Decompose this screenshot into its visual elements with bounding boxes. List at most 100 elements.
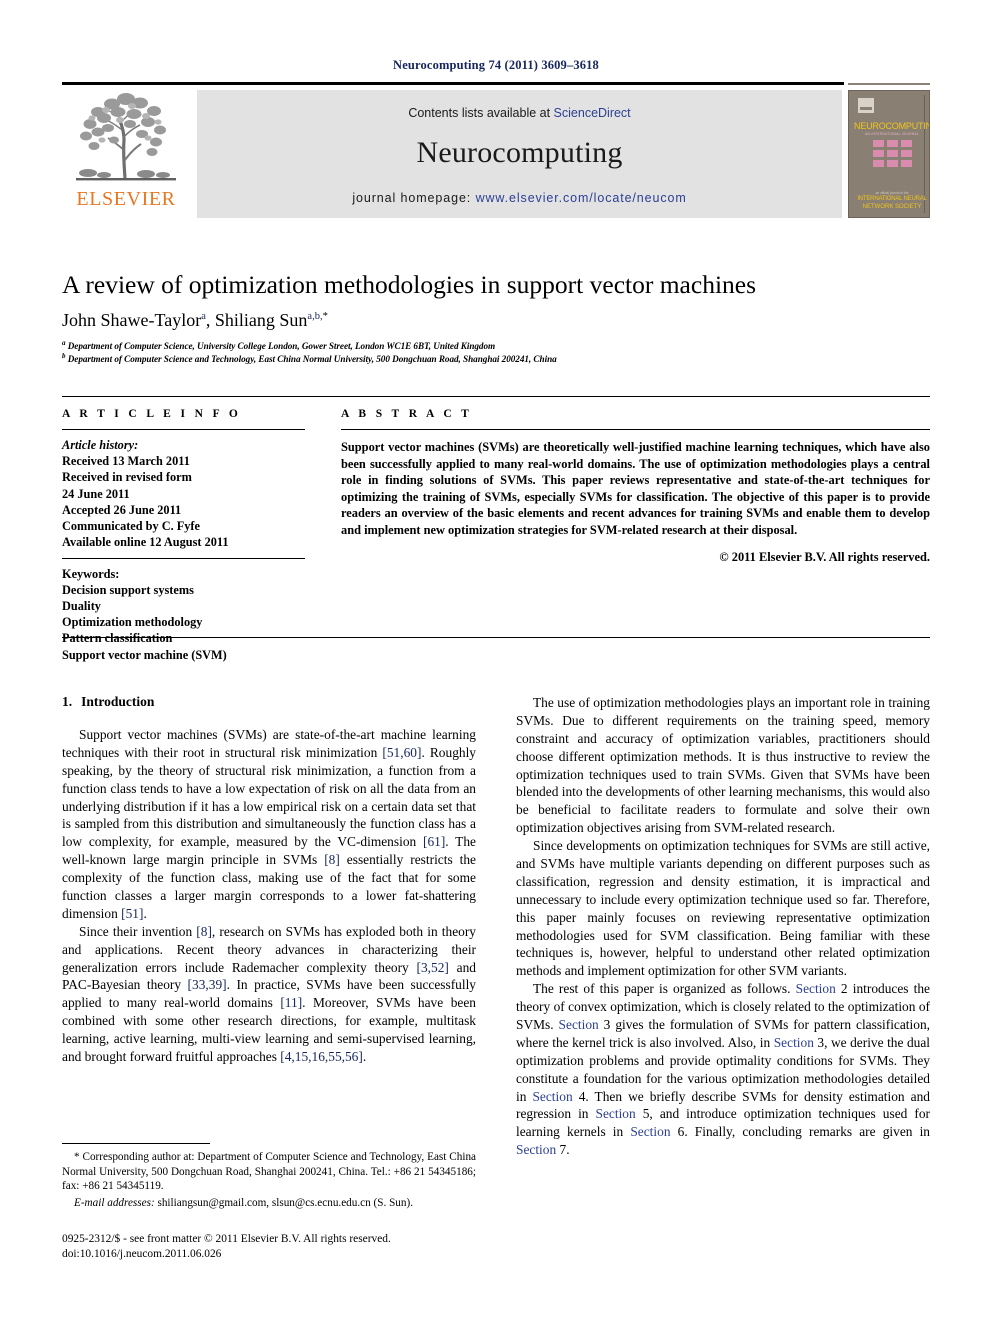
abstract-rule [341, 429, 930, 430]
author-name-2: Shiliang Sun [214, 310, 308, 330]
affiliation-b: b Department of Computer Science and Tec… [62, 351, 942, 364]
contents-banner: Contents lists available at ScienceDirec… [197, 90, 842, 218]
band-top-rule [62, 396, 930, 397]
section-title: Introduction [81, 694, 155, 709]
article-history-item: Received in revised form [62, 470, 192, 485]
body-column-left: 1. Introduction Support vector machines (… [62, 694, 476, 1066]
text-run: The rest of this paper is organized as f… [533, 981, 796, 997]
affiliation-a-marker: a [62, 338, 66, 347]
band-bottom-rule [62, 637, 930, 638]
paragraph: The rest of this paper is organized as f… [516, 980, 930, 1159]
keywords-rule [62, 557, 305, 559]
elsevier-logo: ELSEVIER [62, 90, 190, 218]
cover-elsevier-mark-icon [858, 98, 874, 113]
article-history-item: Communicated by C. Fyfe [62, 519, 200, 534]
article-history-item: Available online 12 August 2011 [62, 535, 229, 550]
paragraph: Since developments on optimization techn… [516, 838, 930, 979]
text-run: . [362, 1049, 367, 1065]
doi-line[interactable]: doi:10.1016/j.neucom.2011.06.026 [62, 1247, 492, 1262]
abstract-heading: A B S T R A C T [341, 408, 473, 420]
homepage-prefix: journal homepage: [352, 191, 476, 205]
corresponding-author-text: Corresponding author at: Department of C… [62, 1151, 476, 1193]
keyword-item: Pattern classification [62, 631, 173, 646]
footnote-block: * Corresponding author at: Department of… [62, 1150, 476, 1210]
citation-ref[interactable]: [61] [423, 834, 445, 849]
section-crossref[interactable]: Section [796, 981, 836, 996]
cover-footer-line1: INTERNATIONAL NEURAL [857, 196, 927, 202]
contents-prefix: Contents lists available at [408, 106, 554, 120]
article-info-heading: A R T I C L E I N F O [62, 408, 242, 420]
cover-inner-panel: NEUROCOMPUTING AN INTERNATIONAL JOURNAL … [854, 95, 929, 213]
journal-title: Neurocomputing [416, 136, 623, 169]
email-label: E-mail addresses: [74, 1196, 155, 1209]
affiliation-b-text: Department of Computer Science and Techn… [67, 354, 557, 364]
contents-available-line: Contents lists available at ScienceDirec… [197, 106, 842, 120]
running-head: Neurocomputing 74 (2011) 3609–3618 [393, 58, 599, 72]
cover-footer-small: an official journal of the [875, 191, 909, 195]
imprint-block: 0925-2312/$ - see front matter © 2011 El… [62, 1232, 492, 1263]
author-1-affiliation-marker: a [201, 311, 206, 322]
body-column-right: The use of optimization methodologies pl… [516, 694, 930, 1159]
citation-ref[interactable]: [51] [121, 906, 143, 921]
article-history-item: 24 June 2011 [62, 486, 130, 501]
affiliation-b-marker: b [62, 351, 66, 360]
author-2-affiliation-marker: a,b, [307, 311, 323, 322]
article-history-item: Accepted 26 June 2011 [62, 502, 182, 517]
article-info-column: A R T I C L E I N F O Article history: R… [62, 408, 305, 663]
section-crossref[interactable]: Section [630, 1124, 670, 1139]
journal-masthead: ELSEVIER Contents lists available at Sci… [62, 82, 930, 218]
elsevier-tree-icon [68, 90, 184, 190]
footnote-rule [62, 1143, 210, 1144]
citation-ref[interactable]: [4,15,16,55,56] [280, 1049, 363, 1064]
paragraph: Support vector machines (SVMs) are state… [62, 726, 476, 923]
sciencedirect-link[interactable]: ScienceDirect [554, 106, 631, 120]
cover-journal-subtitle: AN INTERNATIONAL JOURNAL [865, 132, 919, 136]
affiliation-a: a Department of Computer Science, Univer… [62, 338, 942, 351]
keyword-item: Support vector machine (SVM) [62, 647, 227, 662]
corresponding-author-note: * Corresponding author at: Department of… [62, 1150, 476, 1194]
section-crossref[interactable]: Section [516, 1142, 556, 1157]
section-crossref[interactable]: Section [532, 1089, 572, 1104]
email-addresses[interactable]: shiliangsun@gmail.com, slsun@cs.ecnu.edu… [155, 1197, 413, 1209]
paragraph: The use of optimization methodologies pl… [516, 695, 930, 836]
affiliation-a-text: Department of Computer Science, Universi… [67, 341, 496, 351]
paragraph: Since their invention [8], research on S… [62, 923, 476, 1066]
issn-line: 0925-2312/$ - see front matter © 2011 El… [62, 1233, 391, 1245]
text-run: Since their invention [79, 923, 197, 939]
section-crossref[interactable]: Section [596, 1106, 636, 1121]
keyword-item: Duality [62, 598, 101, 613]
email-note: E-mail addresses: shiliangsun@gmail.com,… [62, 1196, 476, 1211]
journal-article-page: Neurocomputing 74 (2011) 3609–3618 ELSEV… [0, 0, 992, 1323]
citation-ref[interactable]: [11] [280, 995, 302, 1010]
article-info-rule [62, 429, 305, 430]
section-number: 1. [62, 694, 73, 709]
cover-grid-graphic [873, 140, 913, 170]
article-history-label: Article history: [62, 438, 139, 452]
journal-homepage-line: journal homepage: www.elsevier.com/locat… [197, 191, 842, 205]
abstract-column: A B S T R A C T Support vector machines … [341, 408, 930, 565]
abstract-copyright: © 2011 Elsevier B.V. All rights reserved… [719, 549, 930, 564]
citation-ref[interactable]: [3,52] [417, 960, 449, 975]
citation-ref[interactable]: [33,39] [188, 977, 227, 992]
citation-ref[interactable]: [51,60] [382, 745, 421, 760]
keywords-block: Keywords: Decision support systems Duali… [62, 566, 305, 663]
article-history-block: Article history: Received 13 March 2011 … [62, 437, 305, 551]
article-title: A review of optimization methodologies i… [62, 270, 757, 299]
section-crossref[interactable]: Section [559, 1017, 599, 1032]
citation-ref[interactable]: [8] [196, 924, 212, 939]
author-name-1: John Shawe-Taylor [62, 310, 202, 330]
text-run: 7. [556, 1142, 570, 1158]
citation-ref[interactable]: [8] [324, 852, 340, 867]
text-run: . [143, 905, 147, 921]
section-crossref[interactable]: Section [774, 1035, 814, 1050]
journal-homepage-link[interactable]: www.elsevier.com/locate/neucom [476, 191, 687, 205]
section-heading-introduction: 1. Introduction [62, 694, 476, 710]
article-history-item: Received 13 March 2011 [62, 454, 190, 469]
masthead-rule [62, 82, 844, 85]
cover-footer-line2: NETWORK SOCIETY [862, 204, 922, 210]
cover-journal-title: NEUROCOMPUTING [854, 121, 929, 131]
keyword-item: Optimization methodology [62, 615, 203, 630]
abstract-text: Support vector machines (SVMs) are theor… [341, 440, 930, 538]
keywords-label: Keywords: [62, 566, 120, 581]
journal-cover-thumbnail: NEUROCOMPUTING AN INTERNATIONAL JOURNAL … [848, 90, 930, 218]
